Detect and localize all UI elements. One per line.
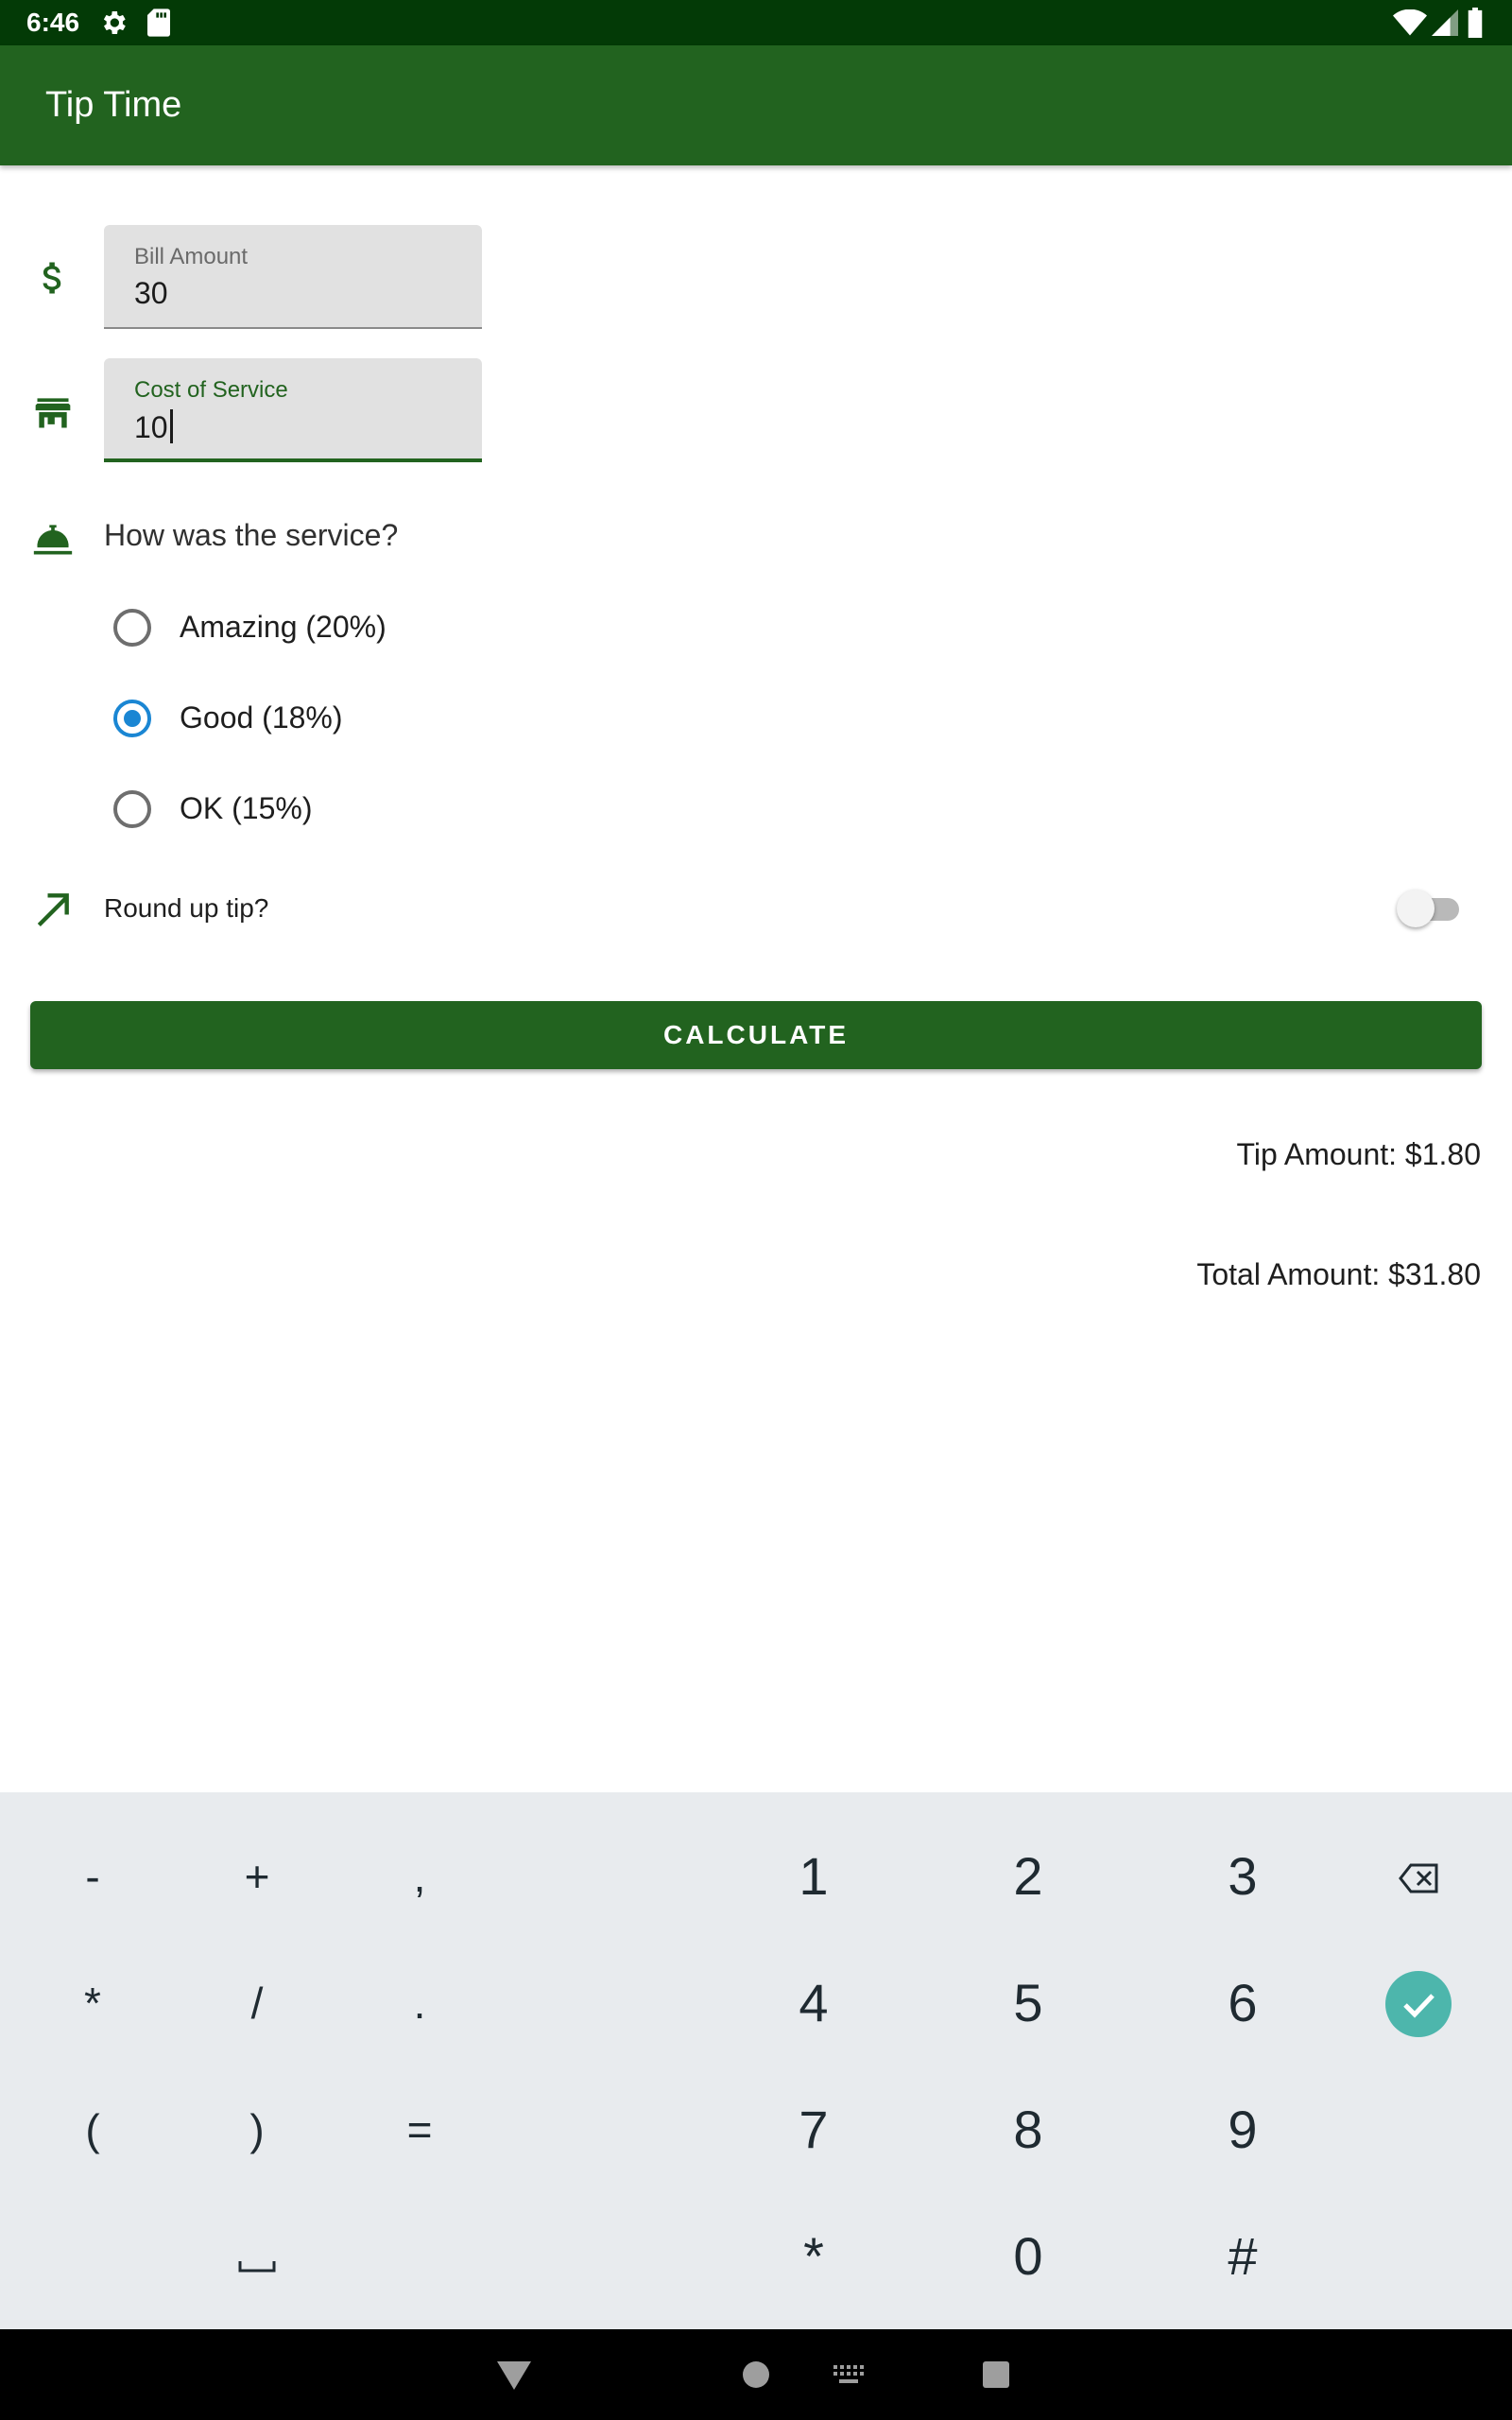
total-amount-result: Total Amount: $31.80 [1196,1257,1481,1291]
storefront-icon [35,398,71,428]
radio-good[interactable] [112,698,153,739]
key-minus[interactable]: - [36,1824,149,1928]
key-3[interactable]: 3 [1186,1824,1299,1928]
field-underline [104,327,482,329]
key-period[interactable]: . [363,1951,476,2055]
key-7[interactable]: 7 [757,2078,870,2182]
bill-amount-value: 30 [134,276,168,310]
cost-of-service-input[interactable]: 10 [134,409,173,445]
space-bar-icon [238,2261,276,2273]
radio-ring [113,790,151,828]
text-caret [169,409,173,443]
bill-amount-label: Bill Amount [134,244,249,269]
key-2[interactable]: 2 [971,1824,1085,1928]
sd-card-icon [147,9,170,37]
cost-of-service-field[interactable]: Cost of Service 10 [104,358,482,462]
back-icon[interactable] [495,2358,533,2392]
bill-amount-field[interactable]: Bill Amount 30 [104,225,482,329]
key-9[interactable]: 9 [1186,2078,1299,2182]
radio-label-good[interactable]: Good (18%) [180,700,343,735]
key-8[interactable]: 8 [971,2078,1085,2182]
key-comma[interactable]: , [363,1824,476,1928]
key-close-paren[interactable]: ) [200,2078,314,2182]
app-title: Tip Time [45,85,182,125]
calculate-button[interactable]: CALCULATE [30,1001,1482,1069]
app-bar: Tip Time [0,45,1512,165]
key-4[interactable]: 4 [757,1951,870,2055]
key-asterisk-left[interactable]: * [36,1951,149,2055]
cost-of-service-value: 10 [134,410,168,444]
radio-selected-dot [124,710,141,727]
key-space[interactable] [200,2204,314,2308]
key-equals[interactable]: = [363,2078,476,2182]
radio-label-ok[interactable]: OK (15%) [180,791,312,826]
radio-amazing[interactable] [112,607,153,648]
status-time: 6:46 [26,8,80,37]
key-slash[interactable]: / [200,1951,314,2055]
done-key[interactable] [1362,1951,1475,2055]
cost-of-service-label: Cost of Service [134,377,288,403]
round-up-switch-thumb[interactable] [1397,890,1435,927]
field-underline-focused [104,458,482,462]
radio-ring [113,609,151,647]
key-1[interactable]: 1 [757,1824,870,1928]
checkmark-icon [1385,1971,1452,2037]
settings-icon [103,11,126,34]
round-up-label: Round up tip? [104,893,269,923]
room-service-icon [33,525,73,555]
key-star[interactable]: * [757,2204,870,2308]
wifi-icon [1393,9,1427,36]
navigation-bar [0,2329,1512,2420]
service-question: How was the service? [104,518,399,552]
key-plus[interactable]: + [200,1824,314,1928]
radio-ok[interactable] [112,788,153,830]
home-icon[interactable] [741,2360,771,2390]
tip-amount-result: Tip Amount: $1.80 [1236,1137,1481,1171]
numeric-keyboard: - + , * / . ( ) = 1 2 3 4 5 6 7 8 9 * 0 … [0,1792,1512,2329]
battery-icon [1468,8,1483,38]
recents-icon[interactable] [981,2360,1011,2390]
key-5[interactable]: 5 [971,1951,1085,2055]
trending-up-arrow-icon [37,893,69,927]
signal-icon [1432,9,1458,36]
backspace-icon [1399,1863,1438,1893]
backspace-key[interactable] [1362,1824,1475,1928]
dollar-icon [43,262,61,294]
key-hash[interactable]: # [1186,2204,1299,2308]
key-0[interactable]: 0 [971,2204,1085,2308]
key-6[interactable]: 6 [1186,1951,1299,2055]
radio-label-amazing[interactable]: Amazing (20%) [180,610,387,645]
status-bar: 6:46 [0,0,1512,45]
keyboard-switch-icon[interactable] [832,2363,866,2386]
key-open-paren[interactable]: ( [36,2078,149,2182]
